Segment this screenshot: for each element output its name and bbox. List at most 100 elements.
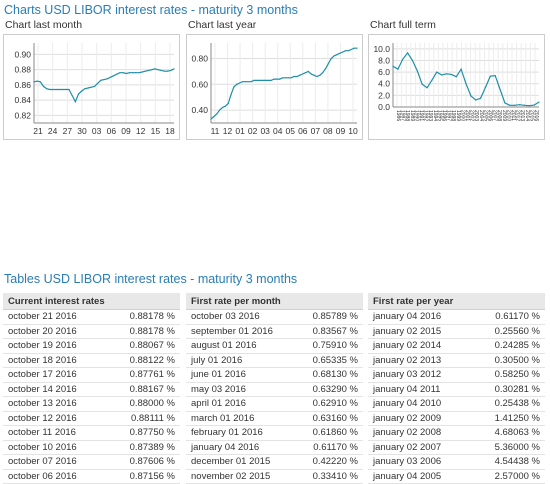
data-point xyxy=(256,79,258,82)
data-point xyxy=(224,105,226,107)
data-point xyxy=(484,86,487,88)
data-point xyxy=(68,88,70,91)
row-rate: 0.87750 % xyxy=(108,425,180,441)
first-rate-per-month-table: First rate per month october 03 2016 0.85… xyxy=(186,293,363,484)
current-rates-table: Current interest rates october 21 2016 0.… xyxy=(3,293,180,484)
row-rate: 0.88000 % xyxy=(108,396,180,412)
data-point xyxy=(125,72,127,75)
row-date: october 11 2016 xyxy=(3,425,108,441)
chart-full-term: Chart full term 0.0 2.0 4.0 6.0 8.0 10.0 1986 1… xyxy=(368,19,545,140)
data-point xyxy=(65,88,67,91)
y-tick-label: 2.0 xyxy=(378,90,390,100)
row-date: october 17 2016 xyxy=(3,367,108,383)
table-row: october 14 2016 0.88167 % xyxy=(3,382,180,397)
row-date: january 04 2005 xyxy=(368,469,473,484)
row-rate: 0.87606 % xyxy=(108,454,180,470)
data-point xyxy=(122,72,124,74)
x-tick-label: 01 xyxy=(235,126,245,136)
row-rate: 2.57000 % xyxy=(473,469,546,484)
data-point xyxy=(128,72,131,74)
table-row: january 02 2008 4.68063 % xyxy=(368,425,546,441)
table-row: april 01 2016 0.62910 % xyxy=(186,396,363,412)
table-row: january 04 2016 0.61170 % xyxy=(186,440,363,455)
row-rate: 0.61170 % xyxy=(294,440,363,455)
tables-section-title: Tables USD LIBOR interest rates - maturi… xyxy=(4,272,298,286)
data-point xyxy=(290,77,292,79)
table-row: november 02 2015 0.33410 % xyxy=(186,469,363,484)
table-row: january 03 2006 4.54438 % xyxy=(368,454,546,470)
data-point xyxy=(55,88,57,91)
chart-full-term-frame[interactable]: 0.0 2.0 4.0 6.0 8.0 10.0 1986 1987 1988 1989 1990 1… xyxy=(368,34,545,140)
x-tick-label: 09 xyxy=(121,126,131,136)
row-date: january 04 2011 xyxy=(368,382,473,397)
row-date: june 01 2016 xyxy=(186,367,294,383)
data-point xyxy=(52,88,54,91)
row-date: january 02 2009 xyxy=(368,411,473,426)
row-date: october 07 2016 xyxy=(3,454,108,470)
x-tick-label: 07 xyxy=(311,126,321,136)
x-tick-label: 10 xyxy=(348,126,358,136)
data-point xyxy=(71,94,73,97)
data-point xyxy=(81,90,83,92)
data-point xyxy=(90,86,92,88)
chart-last-year-frame[interactable]: 0.40 0.60 0.80 11 12 01 02 03 04 05 06 07 08 09 10 xyxy=(186,34,363,140)
row-date: october 12 2016 xyxy=(3,411,108,426)
data-point xyxy=(313,74,315,76)
row-date: october 14 2016 xyxy=(3,382,108,397)
data-point xyxy=(475,99,477,101)
data-point xyxy=(276,78,278,80)
table-row: june 01 2016 0.68130 % xyxy=(186,367,363,383)
data-point xyxy=(296,75,298,78)
x-tick-label: 21 xyxy=(33,126,43,136)
row-rate: 0.88122 % xyxy=(108,353,180,368)
data-point xyxy=(93,85,96,88)
x-tick-label: 05 xyxy=(286,126,296,136)
row-rate: 0.63160 % xyxy=(294,411,363,426)
data-point xyxy=(299,74,301,76)
table-row: march 01 2016 0.63160 % xyxy=(186,411,363,426)
row-date: september 01 2016 xyxy=(186,324,294,339)
data-point xyxy=(310,73,312,75)
data-point xyxy=(514,104,516,106)
data-point xyxy=(324,68,327,70)
data-point xyxy=(411,59,414,62)
data-point xyxy=(163,70,166,72)
data-point xyxy=(241,81,244,83)
row-rate: 4.68063 % xyxy=(473,425,546,441)
y-tick-label: 0.80 xyxy=(191,53,208,63)
table-row: october 18 2016 0.88122 % xyxy=(3,353,180,368)
data-point xyxy=(173,68,175,70)
row-date: october 19 2016 xyxy=(3,338,108,354)
chart-last-month-title: Chart last month xyxy=(5,19,83,31)
table-row: october 03 2016 0.85789 % xyxy=(186,309,363,325)
data-point xyxy=(33,81,35,83)
data-point xyxy=(39,81,41,83)
data-point xyxy=(58,88,61,91)
y-tick-label: 0.88 xyxy=(14,65,31,75)
row-date: november 02 2015 xyxy=(186,469,294,484)
data-point xyxy=(333,55,335,57)
x-tick-label: 2016 xyxy=(533,110,539,121)
data-point xyxy=(36,80,38,82)
data-point xyxy=(267,79,269,82)
data-point xyxy=(533,104,535,106)
x-tick-label: 30 xyxy=(77,126,87,136)
x-tick-label: 08 xyxy=(323,126,333,136)
data-point xyxy=(141,71,143,73)
data-point xyxy=(509,104,511,106)
chart-full-term-plot: 0.02.04.06.08.010.0198619871988198919901… xyxy=(373,43,540,121)
data-point xyxy=(293,75,295,78)
table-row: october 11 2016 0.87750 % xyxy=(3,425,180,441)
data-point xyxy=(116,73,118,75)
row-date: october 03 2016 xyxy=(186,309,294,325)
chart-last-month-frame[interactable]: 0.82 0.84 0.86 0.88 0.90 21 24 27 30 03 06 09 12 15 18 xyxy=(3,34,180,140)
data-point xyxy=(279,78,281,80)
data-point xyxy=(281,77,284,79)
data-point xyxy=(407,52,409,54)
data-point xyxy=(416,70,418,72)
data-point xyxy=(233,86,235,88)
x-tick-label: 06 xyxy=(107,126,117,136)
data-point xyxy=(489,75,491,77)
table-row: october 12 2016 0.88111 % xyxy=(3,411,180,426)
x-tick-label: 04 xyxy=(273,126,283,136)
